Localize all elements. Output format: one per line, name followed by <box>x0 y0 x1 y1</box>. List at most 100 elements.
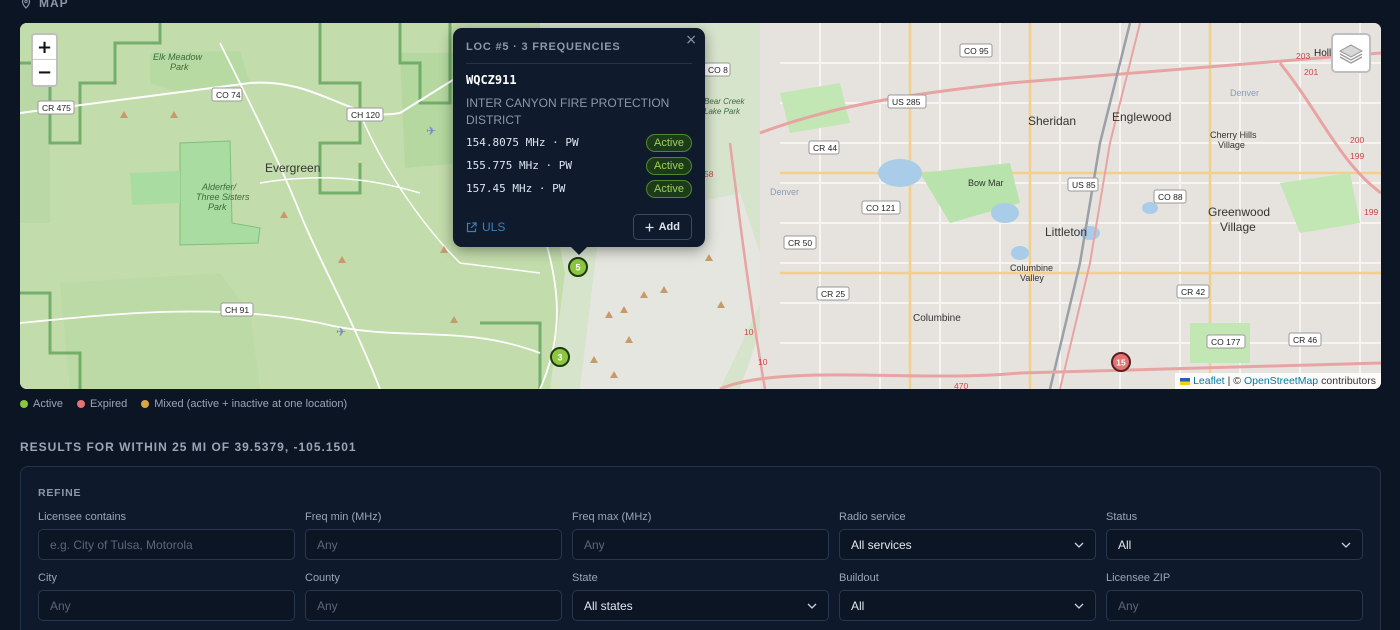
place-label: Englewood <box>1112 110 1171 124</box>
zoom-out-button[interactable]: − <box>33 60 56 85</box>
licensee-contains-field: Licensee contains e.g. City of Tulsa, Mo… <box>38 511 295 560</box>
map-marker-loc-3[interactable]: 3 <box>550 347 570 367</box>
map-marker-loc-15[interactable]: 15 <box>1111 352 1131 372</box>
ukraine-flag-icon <box>1180 377 1191 385</box>
road-label: CR 44 <box>813 143 837 153</box>
legend-item-mixed: Mixed (active + inactive at one location… <box>141 398 347 410</box>
place-label: Village <box>1218 140 1245 150</box>
uls-link[interactable]: ULS <box>466 220 505 234</box>
attribution-contributors: contributors <box>1321 375 1376 387</box>
place-label: Park <box>170 62 189 72</box>
place-label: Sheridan <box>1028 114 1076 128</box>
popup-footer: ULS Add <box>466 214 692 240</box>
buildout-select[interactable]: All <box>839 590 1096 621</box>
place-label: Park <box>208 202 227 212</box>
place-label: Denver <box>1230 88 1259 98</box>
field-label: Licensee contains <box>38 511 127 523</box>
expired-dot-icon <box>76 400 85 408</box>
svg-text:✈: ✈ <box>336 325 346 339</box>
place-label: Evergreen <box>265 161 320 175</box>
marker-count: 5 <box>575 263 580 273</box>
frequency-value: 154.8075 MHz · PW <box>466 136 579 149</box>
licensee-zip-field: Licensee ZIP Any <box>1106 572 1363 621</box>
road-label: CO 74 <box>216 90 241 100</box>
field-label: Freq max (MHz) <box>572 511 652 523</box>
road-label: CH 120 <box>351 110 380 120</box>
map-legend: Active Expired Mixed (active + inactive … <box>20 398 347 410</box>
place-label: Littleton <box>1045 225 1087 239</box>
status-select[interactable]: All <box>1106 529 1363 560</box>
zoom-in-button[interactable]: + <box>33 35 56 60</box>
freq-max-input[interactable]: Any <box>572 529 829 560</box>
chevron-down-icon <box>1074 542 1084 548</box>
field-label: City <box>38 572 57 584</box>
place-label: Greenwood <box>1208 205 1270 219</box>
popup-title: LOC #5 · 3 FREQUENCIES <box>466 41 692 64</box>
popup-close-button[interactable]: × <box>685 32 697 48</box>
freq-max-field: Freq max (MHz) Any <box>572 511 829 560</box>
refine-title: REFINE <box>38 487 82 499</box>
road-label: CR 42 <box>1181 287 1205 297</box>
place-label: Village <box>1220 220 1256 234</box>
field-label: State <box>572 572 598 584</box>
marker-count: 15 <box>1116 358 1126 368</box>
radio-service-select[interactable]: All services <box>839 529 1096 560</box>
add-button[interactable]: Add <box>632 214 692 240</box>
field-label: Freq min (MHz) <box>305 511 382 523</box>
frequency-row: 154.8075 MHz · PW Active <box>466 133 692 152</box>
licensee-zip-input[interactable]: Any <box>1106 590 1363 621</box>
road-label: US 285 <box>892 97 921 107</box>
city-field: City Any <box>38 572 295 621</box>
map-marker-loc-5[interactable]: 5 <box>568 257 588 277</box>
popup-tip <box>570 246 588 255</box>
place-label: Bow Mar <box>968 178 1004 188</box>
refine-panel: REFINE Licensee contains e.g. City of Tu… <box>20 466 1381 630</box>
select-value: All states <box>584 598 633 613</box>
county-input[interactable]: Any <box>305 590 562 621</box>
osm-link[interactable]: OpenStreetMap <box>1244 375 1318 387</box>
road-label: 10 <box>744 327 754 337</box>
county-field: County Any <box>305 572 562 621</box>
legend-item-active: Active <box>20 398 63 410</box>
road-label: CR 50 <box>788 238 812 248</box>
road-label: 470 <box>954 381 968 389</box>
layers-icon <box>1338 44 1364 64</box>
field-label: County <box>305 572 340 584</box>
location-popup: × LOC #5 · 3 FREQUENCIES WQCZ911 INTER C… <box>453 28 705 255</box>
freq-min-input[interactable]: Any <box>305 529 562 560</box>
results-heading: RESULTS FOR WITHIN 25 MI OF 39.5379, -10… <box>20 440 357 454</box>
city-input[interactable]: Any <box>38 590 295 621</box>
map-section-title: MAP <box>20 0 69 10</box>
layers-button[interactable] <box>1331 33 1371 73</box>
plus-icon <box>645 223 654 231</box>
buildout-field: Buildout All <box>839 572 1096 621</box>
place-label: Valley <box>1020 273 1044 283</box>
frequency-row: 155.775 MHz · PW Active <box>466 156 692 175</box>
chevron-down-icon <box>1074 603 1084 609</box>
road-label: CO 8 <box>708 65 728 75</box>
status-badge: Active <box>646 133 692 152</box>
callsign: WQCZ911 <box>466 73 517 87</box>
field-label: Buildout <box>839 572 879 584</box>
select-value: All <box>851 598 865 613</box>
road-label: CO 121 <box>866 203 896 213</box>
leaflet-link[interactable]: Leaflet <box>1193 375 1225 387</box>
place-label: Elk Meadow <box>153 52 203 62</box>
status-field: Status All <box>1106 511 1363 560</box>
road-label: CR 475 <box>42 103 71 113</box>
mixed-dot-icon <box>141 400 150 408</box>
state-field: State All states <box>572 572 829 621</box>
road-label: CR 46 <box>1293 335 1317 345</box>
map-attribution: Leaflet | © OpenStreetMap contributors <box>1175 373 1381 389</box>
road-label: CO 95 <box>964 46 989 56</box>
licensee-contains-input[interactable]: e.g. City of Tulsa, Motorola <box>38 529 295 560</box>
place-label: Bear Creek <box>704 97 745 106</box>
place-label: Columbine <box>1010 263 1053 273</box>
state-select[interactable]: All states <box>572 590 829 621</box>
place-label: Alderfer/ <box>201 182 238 192</box>
chevron-down-icon <box>807 603 817 609</box>
select-value: All <box>1118 537 1132 552</box>
external-link-icon <box>466 221 477 232</box>
road-label: 203 <box>1296 51 1310 61</box>
freq-min-field: Freq min (MHz) Any <box>305 511 562 560</box>
